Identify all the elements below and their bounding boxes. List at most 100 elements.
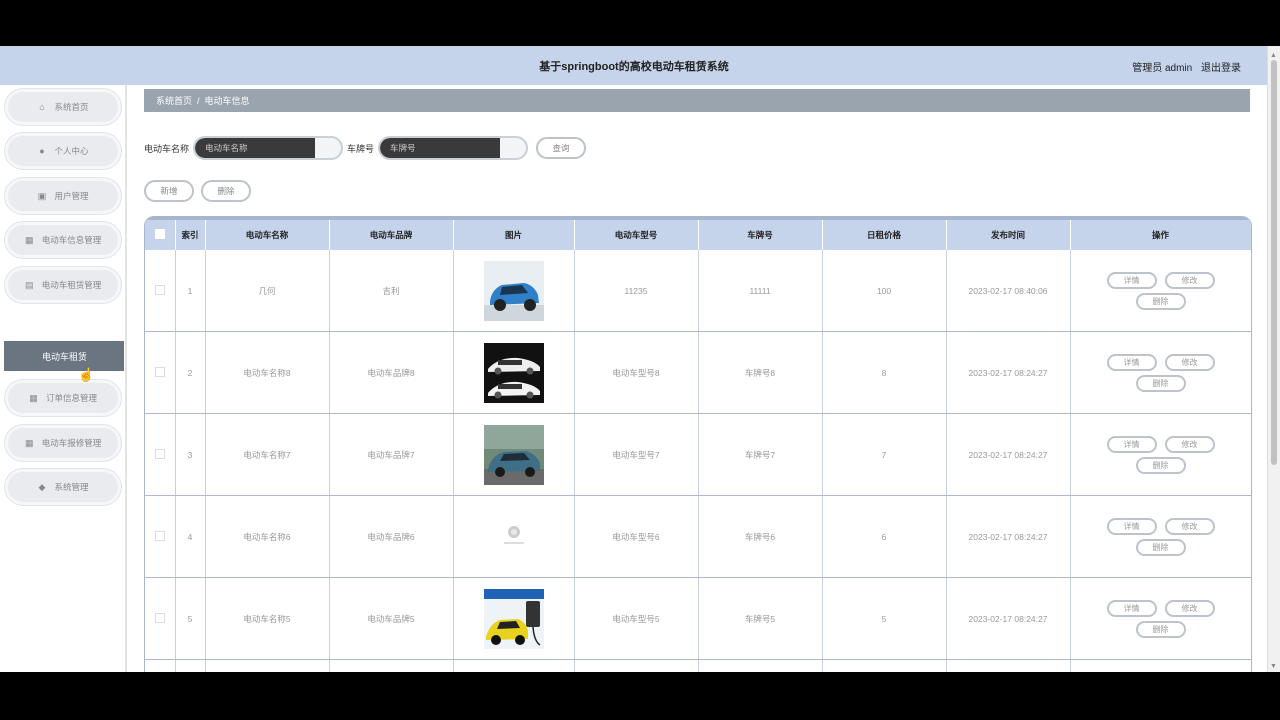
cell-index: 3 [175,413,206,496]
row-select-cell[interactable] [145,413,176,496]
row-delete-button[interactable]: 删除 [1135,456,1186,474]
empty-cell [329,659,454,672]
scroll-thumb[interactable] [1271,60,1277,465]
col-header-image: 图片 [453,220,575,250]
row-delete-button[interactable]: 删除 [1135,374,1186,392]
ebike-thumbnail[interactable] [483,260,544,321]
row-actions: 详情 修改删除 [1106,517,1216,556]
sidebar-item-repairs[interactable]: ▦ 电动车报修管理 [5,425,121,461]
cell-plate: 车牌号8 [698,331,823,414]
breadcrumb-home[interactable]: 系统首页 [156,94,192,107]
logout-link[interactable]: 退出登录 [1201,63,1241,74]
col-header-actions: 操作 [1070,220,1251,250]
row-delete-button[interactable]: 删除 [1135,620,1186,638]
edit-button[interactable]: 修改 [1164,517,1215,535]
cell-price: 7 [822,413,947,496]
vertical-scrollbar[interactable]: ▲ ▼ [1267,46,1280,672]
cell-index: 5 [175,577,206,660]
table-row [145,659,1251,672]
cell-brand: 电动车品牌5 [329,577,454,660]
add-button[interactable]: 新增 [144,180,194,202]
cell-image [453,331,575,414]
row-checkbox[interactable] [154,284,165,295]
sidebar-item-label: 个人中心 [54,146,89,156]
scroll-down-arrow-icon[interactable]: ▼ [1270,663,1277,670]
grid-icon: ▦ [24,234,34,245]
row-select-cell[interactable] [145,495,176,578]
cell-model: 11235 [574,250,699,332]
row-select-cell[interactable] [145,331,176,414]
grid-icon: ▦ [24,437,34,448]
cell-time: 2023-02-17 08:24:27 [946,413,1071,496]
detail-button[interactable]: 详情 [1106,271,1157,289]
cell-actions: 详情 修改删除 [1070,495,1251,578]
edit-button[interactable]: 修改 [1164,353,1215,371]
sidebar-item-users[interactable]: ▣ 用户管理 [5,178,121,214]
scroll-up-arrow-icon[interactable]: ▲ [1270,52,1277,59]
cell-index: 1 [175,250,206,332]
row-delete-button[interactable]: 删除 [1135,292,1186,310]
detail-button[interactable]: 详情 [1106,517,1157,535]
detail-button[interactable]: 详情 [1106,435,1157,453]
ebike-thumbnail[interactable] [483,424,544,485]
sidebar-item-orders[interactable]: ▦ 订单信息管理 [5,380,121,416]
cell-image [453,495,575,578]
cell-price: 5 [822,577,947,660]
empty-cell [946,659,1071,672]
clipboard-icon: ▣ [37,190,47,201]
col-header-index: 索引 [175,220,206,250]
select-all-checkbox[interactable] [154,229,165,239]
select-all-cell[interactable] [145,220,176,250]
ebike-thumbnail[interactable] [483,588,544,649]
row-select-cell[interactable] [145,577,176,660]
cell-brand: 吉利 [329,250,454,332]
sidebar-subitem-rental[interactable]: 电动车租赁 [4,341,124,371]
sidebar-item-system[interactable]: ◆ 系统管理 [5,469,121,505]
cell-actions: 详情 修改删除 [1070,250,1251,332]
data-table: 索引 电动车名称 电动车品牌 图片 电动车型号 车牌号 日租价格 发布时间 操作… [144,216,1252,672]
detail-button[interactable]: 详情 [1106,353,1157,371]
person-icon: ● [39,145,45,156]
empty-cell [822,659,947,672]
action-row: 新增 删除 [144,180,251,202]
row-checkbox[interactable] [154,530,165,541]
ebike-thumbnail[interactable] [483,342,544,403]
table-row: 3 电动车名称7 电动车品牌7 电动车型号7 车牌号7 7 2023-02-17 08:24… [145,413,1251,496]
hand-cursor-icon: ☝ [78,367,95,382]
cell-time: 2023-02-17 08:40:06 [946,250,1071,332]
plate-search-input[interactable]: 车牌号 [378,136,529,160]
sidebar-item-profile[interactable]: ● 个人中心 [5,133,121,169]
edit-button[interactable]: 修改 [1164,271,1215,289]
cell-actions: 详情 修改删除 [1070,577,1251,660]
detail-button[interactable]: 详情 [1106,599,1157,617]
sidebar-item-ebike-info[interactable]: ▦ 电动车信息管理 [5,222,121,258]
sidebar-item-label: 电动车报修管理 [41,438,102,448]
cell-image [453,250,575,332]
query-button[interactable]: 查询 [536,137,587,159]
sidebar-item-ebike-rental[interactable]: ▤ 电动车租赁管理 [5,267,121,303]
cell-image [453,413,575,496]
row-checkbox[interactable] [154,448,165,459]
sidebar-item-home[interactable]: ⌂ 系统首页 [5,89,121,125]
edit-button[interactable]: 修改 [1164,435,1215,453]
main-content: 系统首页 / 电动车信息 电动车名称 电动车名称 车牌号 车牌号 查询 新增 删… [127,85,1268,672]
cell-actions: 详情 修改删除 [1070,413,1251,496]
name-placeholder: 电动车名称 [195,138,316,158]
table-row: 5 电动车名称5 电动车品牌5 电动车型号5 车牌号5 5 2023-02-17 08:24… [145,577,1251,660]
cell-name: 电动车名称8 [205,331,330,414]
cell-name: 电动车名称7 [205,413,330,496]
edit-button[interactable]: 修改 [1164,599,1215,617]
row-checkbox[interactable] [154,366,165,377]
cell-time: 2023-02-17 08:24:27 [946,495,1071,578]
delete-button[interactable]: 删除 [201,180,251,202]
app-title: 基于springboot的高校电动车租赁系统 [539,61,729,73]
name-search-input[interactable]: 电动车名称 [193,136,344,160]
user-box: 管理员 admin 退出登录 [1126,59,1241,74]
cell-name: 几何 [205,250,330,332]
cell-plate: 11111 [698,250,823,332]
row-delete-button[interactable]: 删除 [1135,538,1186,556]
cell-index: 2 [175,331,206,414]
row-checkbox[interactable] [154,612,165,623]
row-select-cell[interactable] [145,250,176,332]
ebike-thumbnail[interactable] [483,506,544,567]
